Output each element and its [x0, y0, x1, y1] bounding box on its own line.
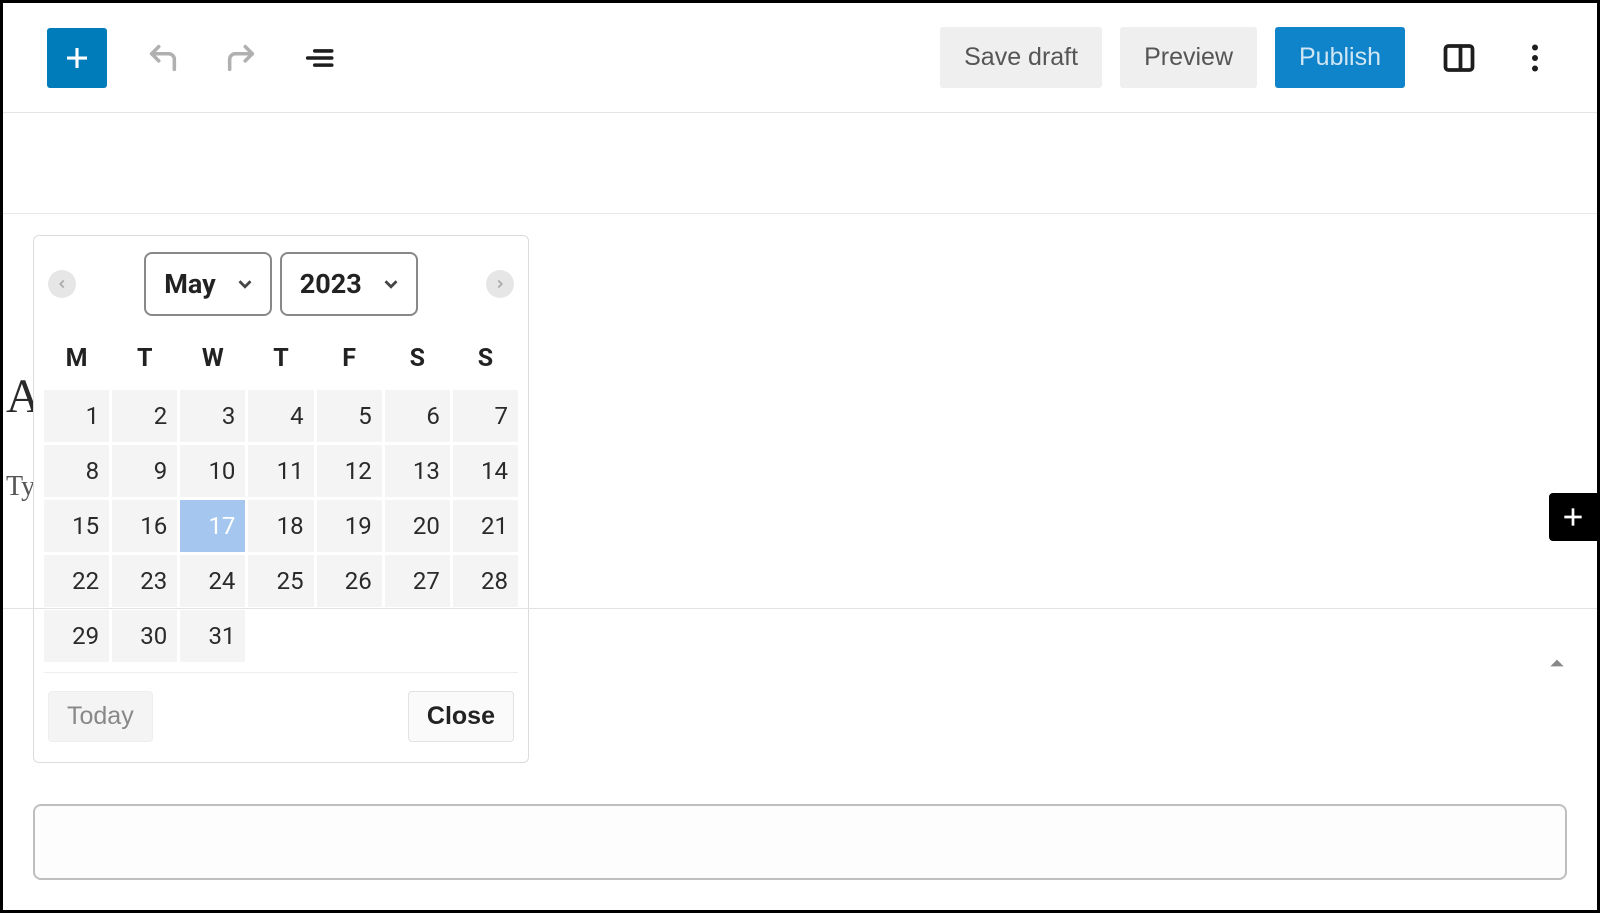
add-block-button[interactable]	[47, 28, 107, 88]
calendar-day[interactable]: 26	[317, 555, 382, 607]
date-picker-header: May 2023	[44, 236, 518, 326]
chevron-down-icon	[234, 273, 256, 295]
calendar-day[interactable]: 27	[385, 555, 450, 607]
plus-icon	[1560, 504, 1586, 530]
calendar-day-empty	[385, 610, 450, 662]
calendar-day[interactable]: 7	[453, 390, 518, 442]
outline-icon	[302, 41, 336, 75]
calendar-day-empty	[248, 610, 313, 662]
calendar-day[interactable]: 13	[385, 445, 450, 497]
save-draft-button[interactable]: Save draft	[940, 27, 1102, 88]
calendar-day[interactable]: 29	[44, 610, 109, 662]
editor-content-area: A Ty May 2023	[3, 113, 1597, 910]
calendar-day[interactable]: 15	[44, 500, 109, 552]
calendar-day[interactable]: 3	[180, 390, 245, 442]
floating-add-block-button[interactable]	[1549, 493, 1597, 541]
calendar-day[interactable]: 23	[112, 555, 177, 607]
calendar-day[interactable]: 30	[112, 610, 177, 662]
calendar-day[interactable]: 14	[453, 445, 518, 497]
redo-icon	[224, 41, 258, 75]
calendar-day[interactable]: 20	[385, 500, 450, 552]
weekday-header: S	[385, 334, 450, 387]
calendar-day[interactable]: 28	[453, 555, 518, 607]
prev-month-button[interactable]	[48, 270, 76, 298]
document-outline-button[interactable]	[297, 36, 341, 80]
toolbar-left	[47, 28, 341, 88]
redo-button[interactable]	[219, 36, 263, 80]
calendar-day[interactable]: 19	[317, 500, 382, 552]
weekday-header: T	[248, 334, 313, 387]
calendar-day[interactable]: 6	[385, 390, 450, 442]
calendar-grid: MTWTFSS123456789101112131415161718192021…	[44, 334, 518, 662]
calendar-day[interactable]: 22	[44, 555, 109, 607]
weekday-header: S	[453, 334, 518, 387]
divider	[3, 213, 1597, 214]
undo-button[interactable]	[141, 36, 185, 80]
calendar-day[interactable]: 10	[180, 445, 245, 497]
calendar-day-empty	[453, 610, 518, 662]
today-button[interactable]: Today	[48, 691, 153, 742]
year-select-value: 2023	[300, 268, 362, 300]
divider	[3, 608, 1597, 609]
calendar-day[interactable]: 17	[180, 500, 245, 552]
caret-up-icon	[1547, 653, 1567, 673]
calendar-day[interactable]: 1	[44, 390, 109, 442]
calendar-day[interactable]: 2	[112, 390, 177, 442]
date-picker-popover: May 2023 MTWTFSS123456789101112131415161…	[33, 235, 529, 763]
sidebar-icon	[1441, 40, 1477, 76]
calendar-day[interactable]: 8	[44, 445, 109, 497]
calendar-day[interactable]: 4	[248, 390, 313, 442]
calendar-day[interactable]: 18	[248, 500, 313, 552]
calendar-day[interactable]: 9	[112, 445, 177, 497]
weekday-header: T	[112, 334, 177, 387]
calendar-day[interactable]: 25	[248, 555, 313, 607]
next-month-button[interactable]	[486, 270, 514, 298]
settings-panel-toggle[interactable]	[1437, 36, 1481, 80]
kebab-icon	[1517, 40, 1553, 76]
weekday-header: F	[317, 334, 382, 387]
date-picker-footer: Today Close	[44, 672, 518, 752]
publish-button[interactable]: Publish	[1275, 27, 1405, 88]
body-placeholder-fragment[interactable]: Ty	[6, 471, 35, 503]
month-year-selects: May 2023	[144, 252, 417, 316]
collapse-toggle[interactable]	[1547, 653, 1567, 677]
undo-icon	[146, 41, 180, 75]
weekday-header: W	[180, 334, 245, 387]
more-options-button[interactable]	[1513, 36, 1557, 80]
calendar-day[interactable]: 5	[317, 390, 382, 442]
calendar-day[interactable]: 12	[317, 445, 382, 497]
chevron-right-icon	[493, 277, 507, 291]
top-toolbar: Save draft Preview Publish	[3, 3, 1597, 113]
calendar-day[interactable]: 24	[180, 555, 245, 607]
calendar-day[interactable]: 11	[248, 445, 313, 497]
toolbar-right: Save draft Preview Publish	[940, 27, 1557, 88]
calendar-day-empty	[317, 610, 382, 662]
close-button[interactable]: Close	[408, 691, 514, 742]
calendar-day[interactable]: 21	[453, 500, 518, 552]
plus-icon	[62, 43, 92, 73]
chevron-down-icon	[380, 273, 402, 295]
bottom-input-field[interactable]	[33, 804, 1567, 880]
chevron-left-icon	[55, 277, 69, 291]
calendar-day[interactable]: 16	[112, 500, 177, 552]
preview-button[interactable]: Preview	[1120, 27, 1257, 88]
year-select[interactable]: 2023	[280, 252, 418, 316]
calendar-day[interactable]: 31	[180, 610, 245, 662]
weekday-header: M	[44, 334, 109, 387]
month-select[interactable]: May	[144, 252, 271, 316]
month-select-value: May	[164, 268, 215, 300]
